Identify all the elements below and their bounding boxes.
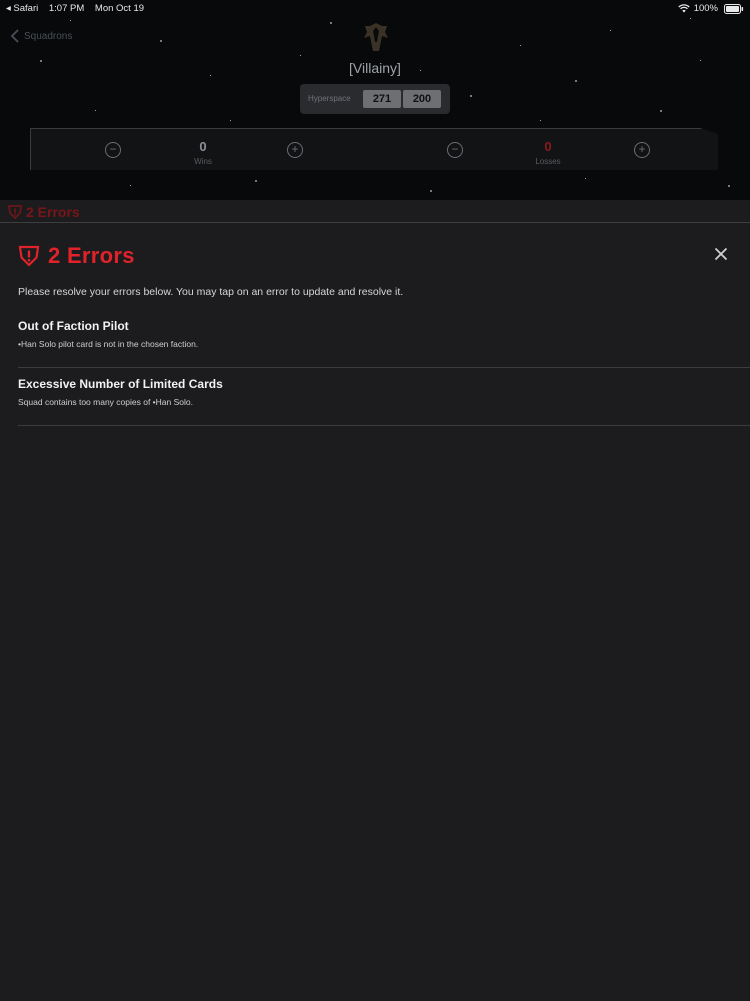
battery-icon xyxy=(724,3,744,14)
back-to-app[interactable]: ◂ Safari xyxy=(6,3,38,14)
wifi-icon xyxy=(678,4,690,13)
chevron-left-icon xyxy=(10,29,19,43)
mandalorian-icon xyxy=(362,22,390,52)
error-title: Out of Faction Pilot xyxy=(18,319,129,333)
error-list: Out of Faction Pilot •Han Solo pilot car… xyxy=(18,311,750,427)
sheet-title: 2 Errors xyxy=(48,243,135,268)
warning-shield-icon xyxy=(18,245,40,267)
error-item[interactable]: Excessive Number of Limited Cards Squad … xyxy=(18,369,750,426)
sheet-intro: Please resolve your errors below. You ma… xyxy=(18,286,404,298)
back-label: Squadrons xyxy=(24,30,73,42)
warning-shield-icon xyxy=(8,205,22,219)
close-button[interactable] xyxy=(714,247,728,261)
error-detail: Squad contains too many copies of •Han S… xyxy=(18,397,193,407)
wins-minus-icon[interactable]: − xyxy=(105,142,121,158)
error-item[interactable]: Out of Faction Pilot •Han Solo pilot car… xyxy=(18,311,750,368)
back-button[interactable]: Squadrons xyxy=(10,29,72,43)
sheet-header: 2 Errors xyxy=(18,243,135,269)
error-sheet: 2 Errors Please resolve your errors belo… xyxy=(0,222,750,1001)
format-label: Hyperspace xyxy=(308,94,351,103)
current-points: 271 xyxy=(363,90,401,108)
win-loss-record: − 0 Wins + − 0 Losses + xyxy=(30,128,718,170)
status-bar: ◂ Safari 1:07 PM Mon Oct 19 100% xyxy=(0,0,750,16)
status-time: 1:07 PM xyxy=(48,3,85,14)
losses-label: Losses xyxy=(535,157,561,166)
max-points: 200 xyxy=(403,90,441,108)
status-date: Mon Oct 19 xyxy=(94,3,145,14)
losses-minus-icon[interactable]: − xyxy=(447,142,463,158)
losses-value: 0 xyxy=(544,139,552,154)
error-detail: •Han Solo pilot card is not in the chose… xyxy=(18,339,199,349)
close-icon xyxy=(714,247,728,261)
errors-banner-label: 2 Errors xyxy=(26,204,80,220)
error-title: Excessive Number of Limited Cards xyxy=(18,377,223,391)
errors-banner[interactable]: 2 Errors xyxy=(8,204,80,220)
points-panel: Hyperspace 271 200 xyxy=(300,84,450,114)
losses-plus-icon[interactable]: + xyxy=(634,142,650,158)
wins-value: 0 xyxy=(199,139,207,154)
wins-label: Wins xyxy=(194,157,212,166)
wins-plus-icon[interactable]: + xyxy=(287,142,303,158)
squad-name[interactable]: [Villainy] xyxy=(0,60,750,76)
battery-percent: 100% xyxy=(693,3,718,14)
